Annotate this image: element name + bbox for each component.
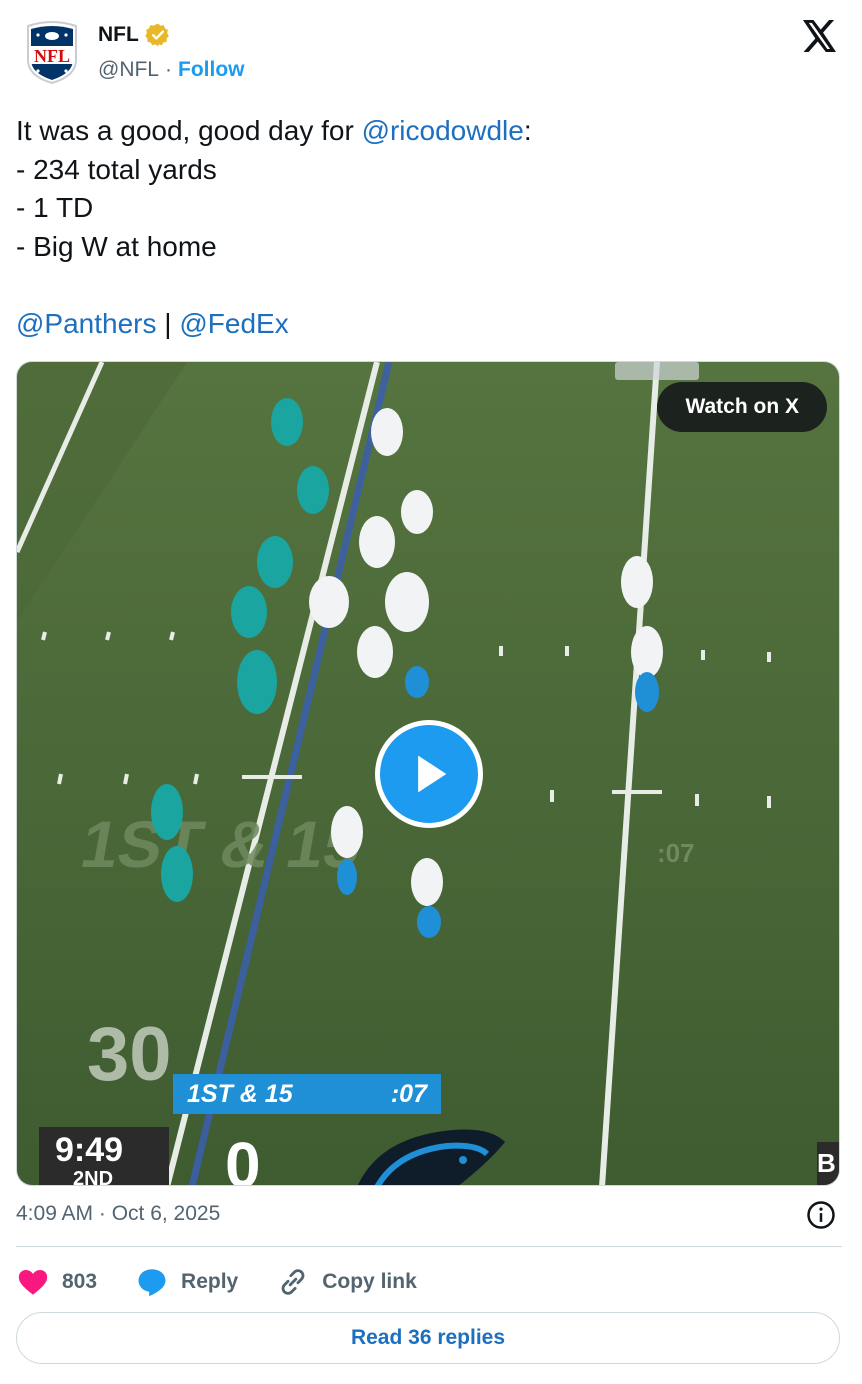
team-score: 0 [225, 1129, 261, 1186]
play-clock: :07 [390, 1079, 427, 1108]
divider [16, 1246, 842, 1247]
video-player[interactable]: 1ST & 15 :07 30 B Watch on X 1ST & 15:0… [16, 361, 840, 1186]
mention-panthers[interactable]: @Panthers [16, 308, 157, 339]
tweet-timestamp[interactable]: 4:09 AM · Oct 6, 2025 [16, 1202, 220, 1226]
tweet-mentions-line: @Panthers | @FedEx [16, 305, 836, 344]
follow-button[interactable]: Follow [178, 58, 245, 82]
tweet-line-3: - 1 TD [16, 192, 94, 223]
tweet-text: It was a good, good day for @ricodowdle:… [16, 112, 836, 343]
down-distance: 1ST & 15 [187, 1079, 293, 1108]
reply-button[interactable]: Reply [135, 1265, 238, 1299]
copy-link-button[interactable]: Copy link [276, 1265, 417, 1299]
copy-link-label: Copy link [322, 1270, 417, 1293]
mention-separator: | [156, 307, 180, 339]
action-bar: 803 Reply Copy link [16, 1262, 455, 1302]
author-handle[interactable]: @NFL [98, 58, 159, 82]
quarter: 2ND [73, 1168, 114, 1186]
yard-number: 30 [87, 1012, 172, 1097]
x-logo-icon[interactable] [802, 20, 838, 52]
svg-text:NFL: NFL [34, 46, 70, 66]
heart-icon [18, 1269, 48, 1295]
tweet-line-2: - 234 total yards [16, 153, 217, 185]
info-icon[interactable] [806, 1200, 836, 1230]
reply-label: Reply [181, 1270, 239, 1293]
link-icon [281, 1269, 305, 1295]
play-button[interactable] [375, 720, 483, 828]
field-clock-overlay: :07 [657, 838, 695, 868]
like-button[interactable]: 803 [16, 1265, 97, 1299]
tweet-card: NFL NFL @NFL · Follow It was a good, goo… [0, 0, 862, 1384]
tweet-header: NFL NFL @NFL · Follow [24, 20, 844, 85]
verified-badge-icon [145, 23, 169, 47]
reply-bubble-icon [138, 1269, 166, 1297]
play-icon [418, 755, 447, 793]
tweet-line-1-text: It was a good, good day for [16, 115, 362, 146]
separator-dot: · [165, 58, 172, 81]
author-name-row: NFL [98, 22, 171, 48]
svg-text:B: B [817, 1148, 836, 1178]
mention-ricodowdle[interactable]: @ricodowdle [362, 115, 524, 146]
mention-fedex[interactable]: @FedEx [179, 308, 288, 339]
down-distance-bar: 1ST & 15 :07 [173, 1074, 441, 1114]
author-name[interactable]: NFL [98, 23, 139, 47]
read-replies-button[interactable]: Read 36 replies [16, 1312, 840, 1364]
author-handle-row: @NFL · Follow [98, 58, 245, 82]
tweet-line-4: - Big W at home [16, 230, 217, 262]
like-count: 803 [62, 1270, 98, 1293]
tweet-line-1-colon: : [523, 115, 532, 146]
field-down-overlay: 1ST & 15 [75, 808, 367, 881]
nfl-shield-logo: NFL [27, 21, 77, 85]
watch-on-x-button[interactable]: Watch on X [657, 382, 827, 432]
nfl-avatar[interactable]: NFL [24, 20, 80, 85]
tweet-line-1: It was a good, good day for @ricodowdle: [16, 112, 836, 151]
